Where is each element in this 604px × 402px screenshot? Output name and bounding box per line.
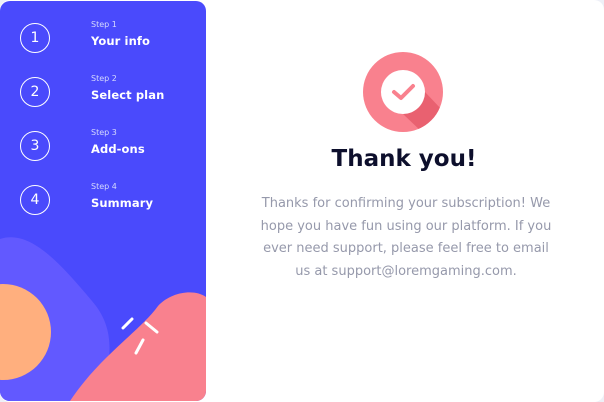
step-caption: Step 4 [91, 182, 117, 191]
step-number-badge: 3 [20, 131, 50, 161]
confirmation-panel: Thank you! Thanks for confirming your su… [206, 0, 604, 402]
step-name: Your info [91, 34, 150, 48]
step-item-2[interactable]: 2 Step 2 Select plan [20, 74, 200, 111]
step-number-badge: 1 [20, 23, 50, 53]
confirmation-message: Thanks for confirming your subscription!… [260, 196, 552, 279]
step-item-1[interactable]: 1 Step 1 Your info [20, 20, 200, 57]
checkmark-icon [363, 52, 443, 132]
step-item-3[interactable]: 3 Step 3 Add-ons [20, 128, 200, 165]
step-caption: Step 2 [91, 74, 117, 83]
thank-you-title: Thank you! [331, 146, 477, 172]
steps-sidebar: 1 Step 1 Your info 2 Step 2 Select plan … [0, 1, 206, 401]
step-caption: Step 3 [91, 128, 117, 137]
step-item-4[interactable]: 4 Step 4 Summary [20, 182, 200, 219]
step-name: Select plan [91, 88, 165, 102]
step-name: Summary [91, 196, 154, 210]
step-name: Add-ons [91, 142, 145, 156]
step-caption: Step 1 [91, 20, 117, 29]
form-card: 1 Step 1 Your info 2 Step 2 Select plan … [0, 0, 604, 402]
step-number-badge: 4 [20, 185, 50, 215]
step-number-badge: 2 [20, 77, 50, 107]
